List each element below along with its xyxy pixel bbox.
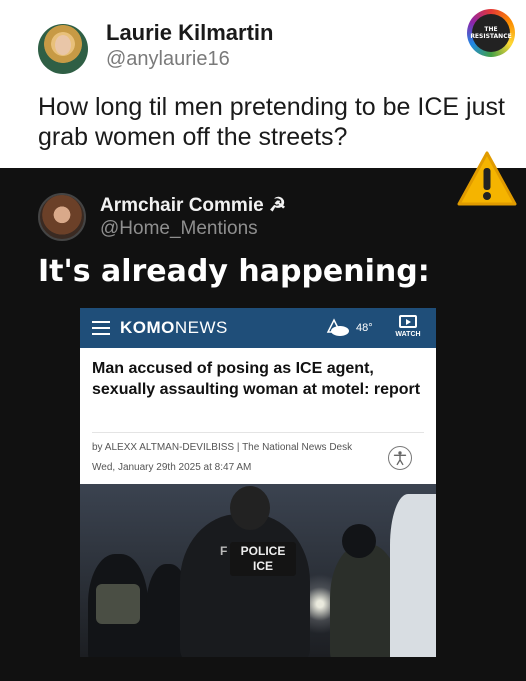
article-date: Wed, January 29th 2025 at 8:47 AM xyxy=(92,462,252,473)
news-article-card[interactable]: KOMONEWS 48° WATCH Man accused of posing… xyxy=(80,308,436,657)
article-headline[interactable]: Man accused of posing as ICE agent, sexu… xyxy=(92,358,426,400)
police-ice-vest-label: POLICE ICE xyxy=(230,542,296,576)
author-handle[interactable]: @Home_Mentions xyxy=(100,218,258,240)
weather-cloud-icon[interactable] xyxy=(324,317,350,337)
divider xyxy=(92,432,424,433)
original-tweet: Laurie Kilmartin @anylaurie16 THE RESIST… xyxy=(0,0,526,168)
author-name[interactable]: Armchair Commie ☭ xyxy=(100,194,286,217)
news-header-bar: KOMONEWS 48° WATCH xyxy=(80,308,436,348)
avatar[interactable] xyxy=(38,24,88,74)
vest-line-ice: ICE xyxy=(252,559,273,573)
author-handle[interactable]: @anylaurie16 xyxy=(106,48,230,71)
resistance-badge-logo: THE RESISTANCE xyxy=(467,9,515,57)
temperature: 48° xyxy=(356,322,373,334)
watch-label: WATCH xyxy=(395,331,421,338)
accessibility-icon[interactable] xyxy=(388,446,412,470)
vest-line-police: POLICE xyxy=(240,544,286,558)
article-photo: F POLICE ICE xyxy=(80,484,436,657)
news-brand-logo[interactable]: KOMONEWS xyxy=(120,318,228,338)
watch-button[interactable]: WATCH xyxy=(392,315,424,345)
vest-prefix: F xyxy=(220,544,228,558)
warning-icon xyxy=(457,151,517,206)
tweet-text: How long til men pretending to be ICE ju… xyxy=(38,93,505,151)
avatar[interactable] xyxy=(38,193,86,241)
video-watch-icon xyxy=(399,315,417,328)
article-byline: by ALEXX ALTMAN-DEVILBISS | The National… xyxy=(92,442,353,453)
author-name[interactable]: Laurie Kilmartin xyxy=(106,20,273,46)
badge-text: THE RESISTANCE xyxy=(470,14,512,52)
hamburger-menu-icon[interactable] xyxy=(92,321,110,335)
tweet-text: It's already happening: xyxy=(38,254,430,289)
